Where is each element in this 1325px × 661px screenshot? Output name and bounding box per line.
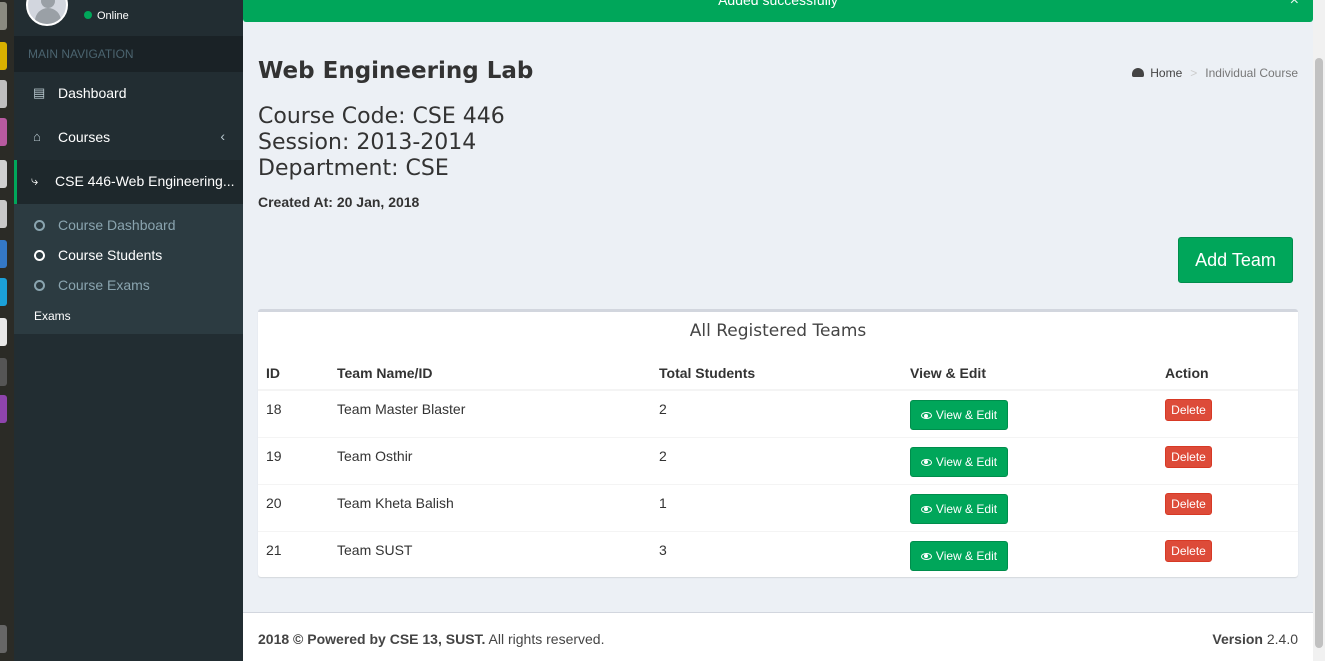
eye-icon: [920, 552, 932, 560]
delete-button[interactable]: Delete: [1165, 539, 1212, 562]
avatar[interactable]: [26, 0, 68, 26]
breadcrumb-home[interactable]: Home: [1150, 66, 1182, 80]
delete-button[interactable]: Delete: [1165, 399, 1212, 421]
course-department: Department: CSE: [258, 156, 449, 181]
team-name: Team Kheta Balish: [329, 483, 651, 531]
dashboard-icon: [1132, 68, 1145, 77]
home-icon: ⌂: [33, 129, 41, 144]
add-team-button[interactable]: Add Team: [1178, 237, 1293, 283]
course-code: Course Code: CSE 446: [258, 104, 505, 129]
footer-powered: Powered by CSE 13, SUST.: [307, 631, 486, 647]
close-icon[interactable]: ×: [1290, 0, 1299, 10]
circle-icon: [34, 250, 45, 261]
circle-icon: [34, 220, 45, 231]
sidebar-subitem-course-students[interactable]: Course Students: [14, 240, 243, 270]
breadcrumb: Home > Individual Course: [1132, 66, 1298, 80]
course-submenu: Course Dashboard Course Students Course …: [14, 204, 243, 334]
column-header-total-students: Total Students: [651, 356, 902, 391]
course-info: Course Code: CSE 446 Session: 2013-2014 …: [258, 104, 505, 182]
dock-app-icon[interactable]: [0, 200, 7, 228]
delete-button[interactable]: Delete: [1165, 445, 1212, 468]
sidebar-item-dashboard[interactable]: ▤ Dashboard: [14, 72, 243, 116]
sidebar-subitem-course-exams[interactable]: Course Exams: [14, 270, 243, 300]
nav-header: MAIN NAVIGATION: [14, 36, 243, 72]
dock-app-icon[interactable]: [0, 395, 7, 423]
dock-app-icon[interactable]: [0, 278, 7, 306]
created-at: Created At: 20 Jan, 2018: [258, 194, 420, 210]
team-total-students: 2: [651, 436, 902, 484]
sidebar-item-courses[interactable]: ⌂ Courses ‹: [14, 116, 243, 160]
user-panel: Online: [14, 0, 243, 36]
dock-app-icon[interactable]: [0, 318, 7, 346]
team-id: 19: [258, 436, 329, 484]
column-header-id: ID: [258, 356, 329, 391]
team-id: 21: [258, 530, 329, 578]
team-name: Team SUST: [329, 530, 651, 578]
column-header-view-edit: View & Edit: [902, 356, 1157, 391]
sidebar-item-course[interactable]: ⤷ CSE 446-Web Engineering...: [14, 160, 243, 204]
bolt-icon: ⤷: [31, 173, 39, 188]
team-total-students: 3: [651, 530, 902, 578]
team-total-students: 1: [651, 483, 902, 531]
scrollbar[interactable]: [1313, 0, 1325, 661]
teams-table: ID Team Name/ID Total Students View & Ed…: [258, 356, 1298, 578]
os-dock: [0, 0, 14, 661]
dock-app-icon[interactable]: [0, 625, 7, 653]
eye-icon: [920, 458, 932, 466]
dock-app-icon[interactable]: [0, 358, 7, 386]
breadcrumb-separator: >: [1190, 66, 1198, 80]
chevron-left-icon: ‹: [220, 128, 225, 144]
book-icon: ▤: [33, 85, 46, 100]
view-edit-button[interactable]: View & Edit: [910, 493, 1008, 524]
online-dot-icon: [84, 11, 92, 19]
page-title: Web Engineering Lab: [258, 58, 534, 84]
footer-version: Version 2.4.0: [1212, 631, 1298, 647]
eye-icon: [920, 412, 932, 419]
table-row: 19 Team Osthir 2 View & Edit Delete: [258, 436, 1298, 484]
eye-icon: [920, 505, 932, 513]
view-edit-button[interactable]: View & Edit: [910, 540, 1008, 571]
alert-message: Added successfully: [718, 0, 838, 8]
footer-copyright: 2018 © Powered by CSE 13, SUST. All righ…: [258, 631, 605, 647]
team-name: Team Master Blaster: [329, 389, 651, 437]
delete-button[interactable]: Delete: [1165, 492, 1212, 515]
sidebar-subitem-course-dashboard[interactable]: Course Dashboard: [14, 210, 243, 240]
course-session: Session: 2013-2014: [258, 130, 477, 155]
table-header-row: ID Team Name/ID Total Students View & Ed…: [258, 356, 1298, 391]
teams-title: All Registered Teams: [689, 321, 867, 341]
dock-app-icon[interactable]: [0, 118, 7, 146]
table-row: 21 Team SUST 3 View & Edit Delete: [258, 530, 1298, 578]
column-header-action: Action: [1157, 356, 1298, 391]
scrollbar-thumb[interactable]: [1315, 58, 1323, 648]
sidebar-subitem-exams[interactable]: Exams: [14, 300, 243, 330]
team-id: 20: [258, 483, 329, 531]
dock-app-icon[interactable]: [0, 240, 7, 268]
online-status: Online: [84, 10, 129, 22]
view-edit-button[interactable]: View & Edit: [910, 446, 1008, 477]
team-id: 18: [258, 389, 329, 437]
success-alert: Added successfully ×: [243, 0, 1313, 22]
dock-app-icon[interactable]: [0, 160, 7, 188]
view-edit-button[interactable]: View & Edit: [910, 400, 1008, 430]
breadcrumb-current: Individual Course: [1205, 66, 1298, 80]
footer: 2018 © Powered by CSE 13, SUST. All righ…: [243, 612, 1313, 661]
teams-box: All Registered Teams ID Team Name/ID Tot…: [258, 309, 1298, 578]
table-row: 18 Team Master Blaster 2 View & Edit Del…: [258, 389, 1298, 437]
team-total-students: 2: [651, 389, 902, 437]
dock-app-icon[interactable]: [0, 2, 7, 30]
dock-app-icon[interactable]: [0, 80, 7, 108]
table-row: 20 Team Kheta Balish 1 View & Edit Delet…: [258, 483, 1298, 531]
dock-app-icon[interactable]: [0, 42, 7, 70]
circle-icon: [34, 280, 45, 291]
sidebar: Online MAIN NAVIGATION ▤ Dashboard ⌂ Cou…: [14, 0, 243, 661]
team-name: Team Osthir: [329, 436, 651, 484]
column-header-team-name: Team Name/ID: [329, 356, 651, 391]
